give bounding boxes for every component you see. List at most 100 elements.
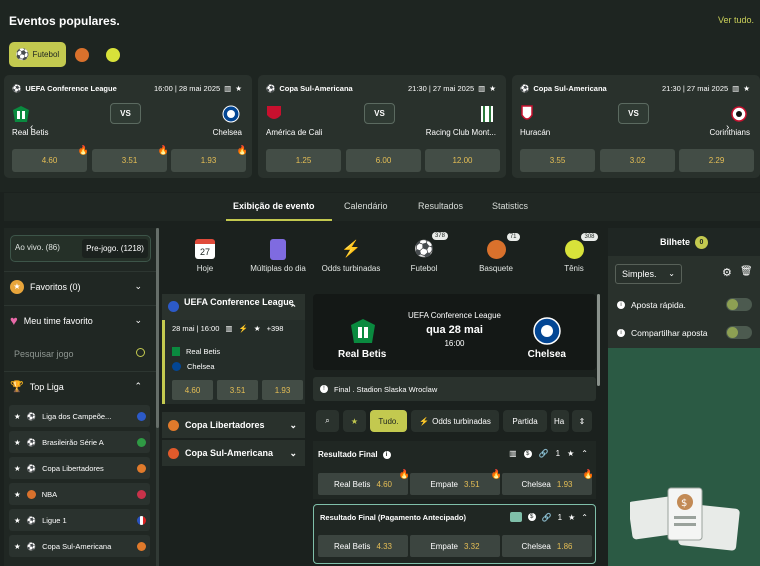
filter-tudo[interactable]: Tudo. [370,410,407,432]
sport-chip-tenis[interactable] [101,42,124,67]
info-icon[interactable]: i [382,450,391,459]
pre-jogo-tab[interactable]: Pre-jogo. (1218) [82,239,148,258]
carousel-prev-icon[interactable]: ‹ [30,122,33,133]
tab-exibicao[interactable]: Exibição de evento [233,201,315,211]
star-icon[interactable]: ★ [14,438,21,447]
star-icon[interactable]: ★ [14,516,21,525]
odd-button-x[interactable]: 3.02 [600,149,675,172]
filter-odds-turbinadas[interactable]: ⚡ Odds turbinadas [411,410,499,432]
league-item[interactable]: ★ ⚽ Ligue 1 [9,509,150,531]
market-odd-2[interactable]: Chelsea 1.86 [502,535,592,557]
team-logo-america [266,105,282,128]
odd-button-1[interactable]: 4.60 🔥 [12,145,89,172]
odd-button-1[interactable]: 3.55 [520,149,595,172]
quick-hoje[interactable]: 27 Hoje [188,238,222,273]
star-icon[interactable]: ★ [14,542,21,551]
see-all-link[interactable]: Ver tudo. [718,15,754,25]
more-markets[interactable]: +398 [267,324,284,333]
stats-icon[interactable]: ▥ [224,84,231,93]
carousel-next-icon[interactable]: › [726,122,729,133]
market-odd-1[interactable]: Real Betis 4.33 [318,535,408,557]
info-icon[interactable]: i [617,301,625,309]
odd-button-x[interactable]: 3.51 [217,380,258,400]
search-icon[interactable] [136,348,145,357]
league-item[interactable]: ★ ⚽ Copa Libertadores [9,457,150,479]
tab-calendario[interactable]: Calendário [344,201,388,211]
stats-icon[interactable]: ▥ [732,84,739,93]
settings-icon[interactable]: ⚙ [722,266,732,279]
trash-icon[interactable]: 🗑 [740,266,753,277]
filter-partida[interactable]: Partida [503,410,547,432]
stats-icon[interactable]: ▥ [509,449,517,458]
star-icon[interactable]: ★ [14,464,21,473]
league-header[interactable]: UEFA Conference League ⌃ [162,294,305,320]
odd-button-2[interactable]: 1.93 [262,380,303,400]
market-odd-1[interactable]: Real Betis 4.60 🔥 [318,469,410,495]
tab-resultados[interactable]: Resultados [418,201,463,211]
filter-handicap[interactable]: Ha [551,410,569,432]
odd-button-x[interactable]: 3.51 🔥 [92,145,169,172]
odd-button-2[interactable]: 1.93 🔥 [171,145,248,172]
odd-button-x[interactable]: 6.00 [346,149,421,172]
quick-multiplas[interactable]: Múltiplas do dia [246,238,310,273]
competition-libertadores[interactable]: Copa Libertadores ⌄ [162,412,305,438]
event-card[interactable]: ⚽ UEFA Conference League 16:00 | 28 mai 2… [4,75,252,178]
aposta-rapida-toggle[interactable] [726,298,752,311]
quick-odds-turbinadas[interactable]: ⚡ Odds turbinadas [319,238,383,273]
expand-markets-icon[interactable]: ⇕ [572,410,592,432]
chevron-up-icon[interactable]: ⌃ [581,513,588,522]
odd-button-1[interactable]: 4.60 [172,380,213,400]
sport-chip-futebol[interactable]: ⚽ Futebol [9,42,66,67]
quick-basquete[interactable]: 71 Basquete [474,232,520,273]
sport-chip-basquete[interactable] [70,42,93,67]
star-icon[interactable]: ★ [743,84,750,93]
star-icon[interactable]: ★ [568,513,575,522]
market-search-button[interactable]: ⌕ [316,410,339,432]
star-icon[interactable]: ★ [14,412,21,421]
event-card[interactable]: ⚽ Copa Sul-Americana 21:30 | 27 mai 2025 ▥… [512,75,760,178]
bet-type-select[interactable]: Simples. ⌄ [615,264,682,284]
center-scrollbar-thumb[interactable] [597,294,600,386]
ao-vivo-tab[interactable]: Ao vivo. (86) [15,243,60,252]
favoritos-row[interactable]: ★ Favoritos (0) ⌄ [4,271,156,301]
compartilhar-toggle[interactable] [726,326,752,339]
dollar-icon[interactable]: $ [523,449,532,458]
league-item[interactable]: ★ NBA [9,483,150,505]
boost-icon[interactable]: ⚡ [239,324,248,333]
star-icon[interactable]: ★ [567,449,574,458]
odd-button-2[interactable]: 12.00 [425,149,500,172]
competition-sulamericana[interactable]: Copa Sul-Americana ⌄ [162,440,305,466]
top-liga-row[interactable]: 🏆 Top Liga ⌃ [4,371,156,401]
quick-futebol[interactable]: ⚽ 378 Futebol [402,232,448,273]
odd-button-2[interactable]: 2.29 [679,149,754,172]
info-icon[interactable]: i [617,329,625,337]
cashout-icon[interactable] [509,512,522,522]
tab-statistics[interactable]: Statistics [492,201,528,211]
stats-icon[interactable]: ▥ [478,84,485,93]
market-odd-x[interactable]: Empate 3.32 [410,535,500,557]
dollar-icon[interactable]: $ [527,513,536,521]
stats-icon[interactable]: ▥ [225,324,232,333]
chevron-up-icon[interactable]: ⌃ [581,449,588,458]
betslip-header[interactable]: Bilhete 0 [608,228,760,256]
star-icon[interactable]: ★ [14,490,21,499]
event-card[interactable]: ⚽ Copa Sul-Americana 21:30 | 27 mai 2025 ▥… [258,75,506,178]
market-favorites-button[interactable]: ★ [343,410,366,432]
market-odd-2[interactable]: Chelsea 1.93 🔥 [502,469,594,495]
quick-tenis[interactable]: 308 Tênis [556,232,598,273]
aposta-rapida-label: Aposta rápida. [631,300,686,310]
star-icon[interactable]: ★ [489,84,496,93]
market-odd-x[interactable]: Empate 3.51 🔥 [410,469,502,495]
star-icon[interactable]: ★ [254,324,261,333]
league-item[interactable]: ★ ⚽ Copa Sul-Americana [9,535,150,557]
meu-time-row[interactable]: ♥ Meu time favorito ⌄ [4,305,156,335]
link-icon[interactable]: 🔗 [542,513,552,522]
event-row[interactable]: 28 mai | 16:00 ▥ ⚡ ★ +398 Real Betis Chelsea… [162,320,305,404]
sidebar-scrollbar-thumb[interactable] [156,228,159,428]
link-icon[interactable]: 🔗 [539,449,549,458]
league-item[interactable]: ★ ⚽ Liga dos Campeõe... [9,405,150,427]
odd-button-1[interactable]: 1.25 [266,149,341,172]
search-input[interactable]: Pesquisar jogo [4,340,156,366]
star-icon[interactable]: ★ [235,84,242,93]
league-item[interactable]: ★ ⚽ Brasileirão Série A [9,431,150,453]
